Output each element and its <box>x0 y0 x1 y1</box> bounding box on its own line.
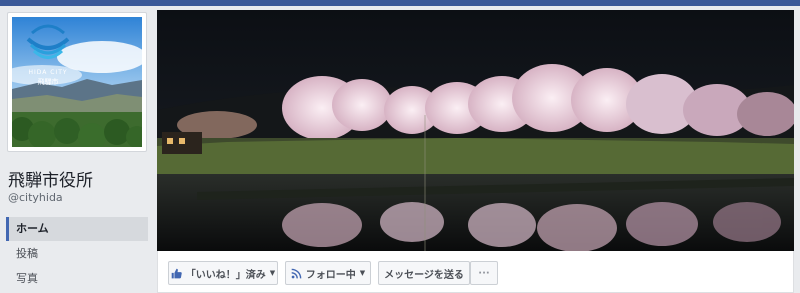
send-message-label: メッセージを送る <box>384 269 464 281</box>
left-column: HIDA CITY 飛騨市 飛騨市役所 @cityhida ホーム 投稿 写真 <box>0 6 156 293</box>
cover-photo[interactable] <box>157 10 794 251</box>
send-message-button[interactable]: メッセージを送る <box>378 261 470 285</box>
rss-icon <box>291 268 302 279</box>
nav-item-photos[interactable]: 写真 <box>6 267 148 291</box>
following-button[interactable]: フォロー中 ▼ <box>285 261 371 285</box>
profile-picture-frame[interactable]: HIDA CITY 飛騨市 <box>7 12 147 152</box>
more-icon: ··· <box>478 267 490 279</box>
nav-item-posts[interactable]: 投稿 <box>6 242 148 266</box>
main-column: 「いいね！」済み ▼ フォロー中 ▼ メッセージを送る ··· <box>156 6 800 293</box>
profile-picture: HIDA CITY 飛騨市 <box>12 17 142 147</box>
nav-item-home[interactable]: ホーム <box>6 217 148 241</box>
page-handle[interactable]: @cityhida <box>8 191 63 204</box>
chevron-down-icon: ▼ <box>359 269 366 277</box>
page-navigation: ホーム 投稿 写真 <box>6 217 148 292</box>
svg-text:飛騨市: 飛騨市 <box>38 77 59 86</box>
more-options-button[interactable]: ··· <box>470 261 498 285</box>
page-action-bar: 「いいね！」済み ▼ フォロー中 ▼ メッセージを送る ··· <box>157 251 794 293</box>
page-name[interactable]: 飛騨市役所 <box>8 166 93 191</box>
svg-text:HIDA CITY: HIDA CITY <box>28 69 67 76</box>
thumbs-up-icon <box>171 268 182 279</box>
liked-button[interactable]: 「いいね！」済み ▼ <box>168 261 278 285</box>
following-label: フォロー中 <box>305 269 356 281</box>
liked-label: 「いいね！」済み <box>185 269 266 281</box>
chevron-down-icon: ▼ <box>269 269 276 277</box>
